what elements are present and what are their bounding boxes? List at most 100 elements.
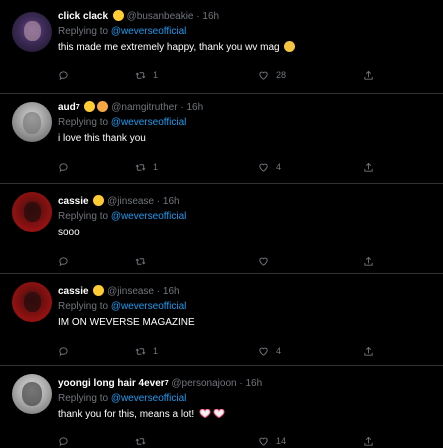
display-name[interactable]: click clack <box>58 11 108 22</box>
share-icon <box>363 436 374 447</box>
share-icon <box>363 256 374 267</box>
replying-to: Replying to @weverseofficial <box>58 393 187 404</box>
tweet-header: click clack @busanbeakie · 16h <box>58 10 435 23</box>
heart-icon <box>258 70 269 81</box>
display-name[interactable]: yoongi long hair 4ever7 <box>58 378 169 389</box>
reply-button[interactable] <box>58 160 76 174</box>
reply-icon <box>58 256 69 267</box>
reply-button[interactable] <box>58 344 76 358</box>
like-button[interactable] <box>258 254 276 268</box>
retweet-icon <box>135 162 146 173</box>
tweet[interactable]: cassie @jinsease · 16h Replying to @weve… <box>0 274 443 366</box>
separator-dot: · <box>180 102 184 113</box>
smiling-face-emoji <box>284 41 296 52</box>
separator-dot: · <box>156 196 161 207</box>
chick-emoji <box>93 285 105 296</box>
tweet-text: thank you for this, means a lot! <box>58 408 435 421</box>
display-name[interactable]: cassie <box>58 196 89 207</box>
display-name[interactable]: aud7 <box>58 102 80 113</box>
timestamp[interactable]: 16h <box>186 102 203 113</box>
timestamp[interactable]: 16h <box>163 196 180 207</box>
heart-icon <box>258 346 269 357</box>
share-button[interactable] <box>363 254 374 268</box>
retweet-button[interactable] <box>135 434 153 448</box>
retweet-icon <box>135 346 146 357</box>
retweet-button[interactable]: 1 <box>135 344 158 358</box>
reply-mention-link[interactable]: @weverseofficial <box>111 301 187 312</box>
handle[interactable]: @jinsease <box>107 196 154 207</box>
share-button[interactable] <box>363 344 374 358</box>
heart-icon <box>258 162 269 173</box>
replying-to: Replying to @weverseofficial <box>58 301 187 312</box>
reply-icon <box>58 162 69 173</box>
timestamp[interactable]: 16h <box>202 11 219 22</box>
retweet-button[interactable] <box>135 254 153 268</box>
like-button[interactable]: 14 <box>258 434 286 448</box>
heart-icon <box>258 256 269 267</box>
display-name[interactable]: cassie <box>58 286 89 297</box>
tweet-header: aud7 @namgitruther · 16h <box>58 101 435 114</box>
timestamp[interactable]: 16h <box>163 286 180 297</box>
tweet[interactable]: aud7 @namgitruther · 16h Replying to @we… <box>0 94 443 184</box>
reply-button[interactable] <box>58 254 76 268</box>
tweet-text: IM ON WEVERSE MAGAZINE <box>58 317 195 328</box>
handle[interactable]: @personajoon <box>171 378 236 389</box>
avatar[interactable] <box>12 192 52 232</box>
like-button[interactable]: 4 <box>258 344 281 358</box>
heart-hands-emoji <box>213 409 225 418</box>
reply-mention-link[interactable]: @weverseofficial <box>111 117 187 128</box>
reply-icon <box>58 436 69 447</box>
avatar[interactable] <box>12 282 52 322</box>
handle[interactable]: @busanbeakie <box>127 11 194 22</box>
chick-emoji <box>84 101 96 112</box>
reply-button[interactable] <box>58 434 76 448</box>
tweet-actions: 14 <box>58 434 388 448</box>
tweet[interactable]: yoongi long hair 4ever7 @personajoon · 1… <box>0 366 443 448</box>
retweet-icon <box>135 70 146 81</box>
share-icon <box>363 70 374 81</box>
like-button[interactable]: 4 <box>258 160 281 174</box>
tweet-actions: 1 4 <box>58 160 388 174</box>
reply-mention-link[interactable]: @weverseofficial <box>111 211 187 222</box>
tweet[interactable]: click clack @busanbeakie · 16h Replying … <box>0 0 443 94</box>
avatar[interactable] <box>12 374 52 414</box>
retweet-button[interactable]: 1 <box>135 68 158 82</box>
reply-mention-link[interactable]: @weverseofficial <box>111 393 187 404</box>
replying-to: Replying to @weverseofficial <box>58 211 187 222</box>
handle[interactable]: @namgitruther <box>111 102 177 113</box>
replying-to: Replying to @weverseofficial <box>58 117 187 128</box>
reply-mention-link[interactable]: @weverseofficial <box>111 26 187 37</box>
heart-icon <box>258 436 269 447</box>
separator-dot: · <box>196 11 200 22</box>
chick-emoji <box>93 195 105 206</box>
avatar[interactable] <box>12 12 52 52</box>
tweet-actions: 1 4 <box>58 344 388 358</box>
tweet-header: cassie @jinsease · 16h <box>58 285 435 298</box>
reply-icon <box>58 70 69 81</box>
separator-dot: · <box>156 286 161 297</box>
replying-to: Replying to @weverseofficial <box>58 26 187 37</box>
tweet[interactable]: cassie @jinsease · 16h Replying to @weve… <box>0 184 443 274</box>
tweet-text: i love this thank you <box>58 133 146 144</box>
share-button[interactable] <box>363 160 374 174</box>
tweet-actions <box>58 254 388 268</box>
share-button[interactable] <box>363 434 374 448</box>
reply-button[interactable] <box>58 68 76 82</box>
dizzy-emoji <box>97 101 109 112</box>
heart-hands-emoji <box>199 409 211 418</box>
share-icon <box>363 162 374 173</box>
retweet-button[interactable]: 1 <box>135 160 158 174</box>
reply-icon <box>58 346 69 357</box>
tweet-header: cassie @jinsease · 16h <box>58 195 435 208</box>
like-button[interactable]: 28 <box>258 68 286 82</box>
chick-emoji <box>112 10 124 21</box>
avatar[interactable] <box>12 102 52 142</box>
tweet-header: yoongi long hair 4ever7 @personajoon · 1… <box>58 377 435 390</box>
share-icon <box>363 346 374 357</box>
handle[interactable]: @jinsease <box>107 286 154 297</box>
retweet-icon <box>135 436 146 447</box>
share-button[interactable] <box>363 68 374 82</box>
tweet-actions: 1 28 <box>58 68 388 82</box>
tweet-text: this made me extremely happy, thank you … <box>58 41 435 54</box>
timestamp[interactable]: 16h <box>246 378 263 389</box>
